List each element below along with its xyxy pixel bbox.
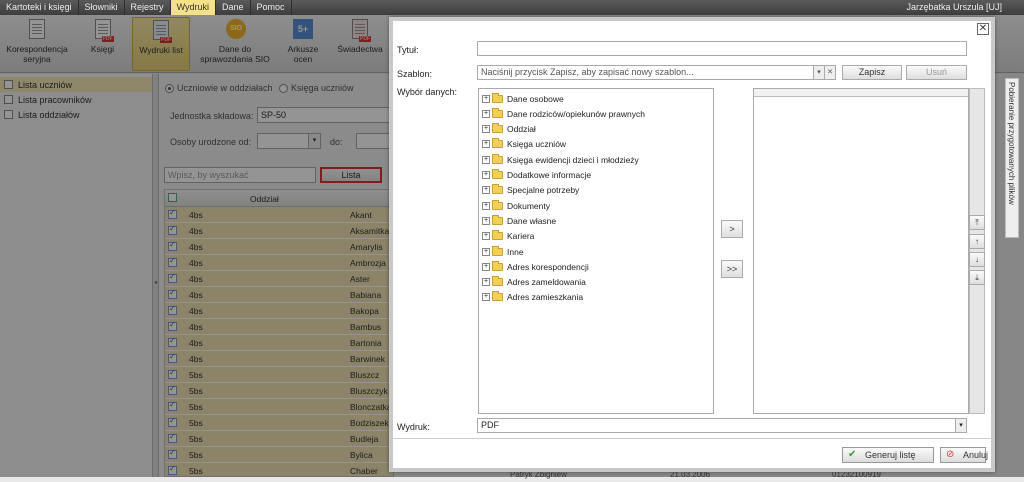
tree-item[interactable]: + Księga uczniów — [482, 137, 566, 152]
title-input[interactable] — [477, 41, 967, 56]
delete-template-button[interactable]: Usuń — [906, 65, 967, 80]
move-one-button[interactable]: > — [721, 220, 743, 238]
tree-item-label: Księga uczniów — [507, 139, 567, 150]
tree-item[interactable]: + Oddział — [482, 122, 536, 137]
tree-item[interactable]: + Dane własne — [482, 213, 556, 228]
print-format-select[interactable]: PDF ▾ — [477, 418, 967, 433]
data-fields-tree: + Dane osobowe + Dane rodziców/opiekunów pr… — [478, 88, 714, 414]
tree-item[interactable]: + Dane rodziców/opiekunów prawnych — [482, 106, 645, 121]
clear-icon[interactable]: ✕ — [824, 66, 835, 79]
expand-icon[interactable]: + — [482, 247, 490, 256]
menu-item[interactable]: Rejestry — [125, 0, 171, 15]
folder-icon — [492, 138, 503, 149]
tree-item-label: Księga ewidencji dzieci i młodzieży — [507, 154, 639, 165]
tree-item-label: Dodatkowe informacje — [507, 170, 592, 180]
menu-item[interactable]: Dane — [216, 0, 251, 15]
close-icon[interactable]: ✕ — [977, 23, 989, 35]
template-label: Szablon: — [397, 69, 433, 79]
tree-item[interactable]: + Inne — [482, 244, 524, 259]
expand-icon[interactable]: + — [482, 278, 490, 287]
folder-icon — [492, 230, 503, 241]
template-combo[interactable]: Naciśnij przycisk Zapisz, aby zapisać no… — [477, 65, 836, 80]
expand-icon[interactable]: + — [482, 216, 490, 225]
folder-icon — [492, 184, 503, 195]
folder-icon — [492, 276, 503, 287]
selected-scrollbar[interactable] — [969, 88, 985, 414]
folder-icon — [492, 92, 503, 103]
save-template-button[interactable]: Zapisz — [842, 65, 902, 80]
tree-item[interactable]: + Adres zamieszkania — [482, 290, 583, 305]
menu-bar: Kartoteki i księgi Słowniki Rejestry Wydruk… — [0, 0, 1024, 15]
tree-item[interactable]: + Kariera — [482, 229, 534, 244]
print-format-label: Wydruk: — [397, 422, 430, 432]
tree-item-label: Inne — [507, 246, 524, 257]
expand-icon[interactable]: + — [482, 140, 490, 149]
tree-item-label: Dane własne — [507, 215, 557, 226]
cancel-icon: ⊘ — [946, 449, 955, 460]
expand-icon[interactable]: + — [482, 262, 490, 271]
menu-item[interactable]: Pomoc — [251, 0, 292, 15]
downloads-side-tab[interactable]: Pobieranie przygotowanych plików — [1005, 78, 1019, 238]
tree-item[interactable]: + Dokumenty — [482, 198, 550, 213]
menu-item[interactable]: Kartoteki i księgi — [0, 0, 79, 15]
expand-icon[interactable]: + — [482, 293, 490, 302]
folder-icon — [492, 107, 503, 118]
folder-icon — [492, 214, 503, 225]
folder-icon — [492, 199, 503, 210]
tree-item-label: Adres korespondencji — [507, 261, 589, 272]
expand-icon[interactable]: + — [482, 155, 490, 164]
move-up-icon[interactable]: ↑ — [969, 234, 985, 249]
folder-icon — [492, 123, 503, 134]
tree-item[interactable]: + Dodatkowe informacje — [482, 168, 591, 183]
tree-item-label: Oddział — [507, 124, 536, 135]
chevron-down-icon[interactable]: ▾ — [813, 66, 824, 79]
expand-icon[interactable]: + — [482, 109, 490, 118]
expand-icon[interactable]: + — [482, 125, 490, 134]
cancel-button[interactable]: ⊘ Anuluj — [940, 447, 988, 463]
selected-fields-list[interactable] — [753, 88, 969, 414]
chevron-down-icon[interactable]: ▾ — [955, 419, 966, 432]
menu-item[interactable]: Wydruki — [170, 0, 216, 15]
expand-icon[interactable]: + — [482, 232, 490, 241]
move-bottom-icon[interactable]: ⤓ — [969, 270, 985, 285]
move-all-button[interactable]: >> — [721, 260, 743, 278]
tree-item-label: Dane rodziców/opiekunów prawnych — [507, 108, 645, 119]
data-selection-label: Wybór danych: — [397, 87, 457, 97]
tree-item-label: Adres zamieszkania — [507, 292, 584, 303]
folder-icon — [492, 291, 503, 302]
tree-item[interactable]: + Specjalne potrzeby — [482, 183, 579, 198]
tree-item[interactable]: + Adres korespondencji — [482, 259, 589, 274]
print-list-dialog: ✕ Tytuł: Szablon: Naciśnij przycisk Zapi… — [389, 17, 995, 472]
title-label: Tytuł: — [397, 45, 419, 55]
tree-item[interactable]: + Adres zameldowania — [482, 275, 586, 290]
user-name[interactable]: Jarzębatka Urszula [UJ] — [906, 0, 1002, 15]
expand-icon[interactable]: + — [482, 94, 490, 103]
move-top-icon[interactable]: ⤒ — [969, 215, 985, 230]
tree-item[interactable]: + Księga ewidencji dzieci i młodzieży — [482, 152, 639, 167]
tree-item-label: Specjalne potrzeby — [507, 185, 580, 196]
folder-icon — [492, 245, 503, 256]
tree-item-label: Adres zameldowania — [507, 277, 586, 288]
folder-icon — [492, 169, 503, 179]
generate-list-button[interactable]: ✔ Generuj listę — [842, 447, 934, 463]
tree-item-label: Kariera — [507, 231, 535, 242]
tree-item-label: Dane osobowe — [507, 93, 564, 104]
move-down-icon[interactable]: ↓ — [969, 252, 985, 267]
folder-icon — [492, 260, 503, 271]
menu-item[interactable]: Słowniki — [79, 0, 125, 15]
check-icon: ✔ — [848, 449, 857, 460]
expand-icon[interactable]: + — [482, 171, 490, 179]
tree-item-label: Dokumenty — [507, 200, 550, 211]
expand-icon[interactable]: + — [482, 186, 490, 195]
expand-icon[interactable]: + — [482, 201, 490, 210]
tree-item[interactable]: + Dane osobowe — [482, 91, 564, 106]
folder-icon — [492, 153, 503, 164]
